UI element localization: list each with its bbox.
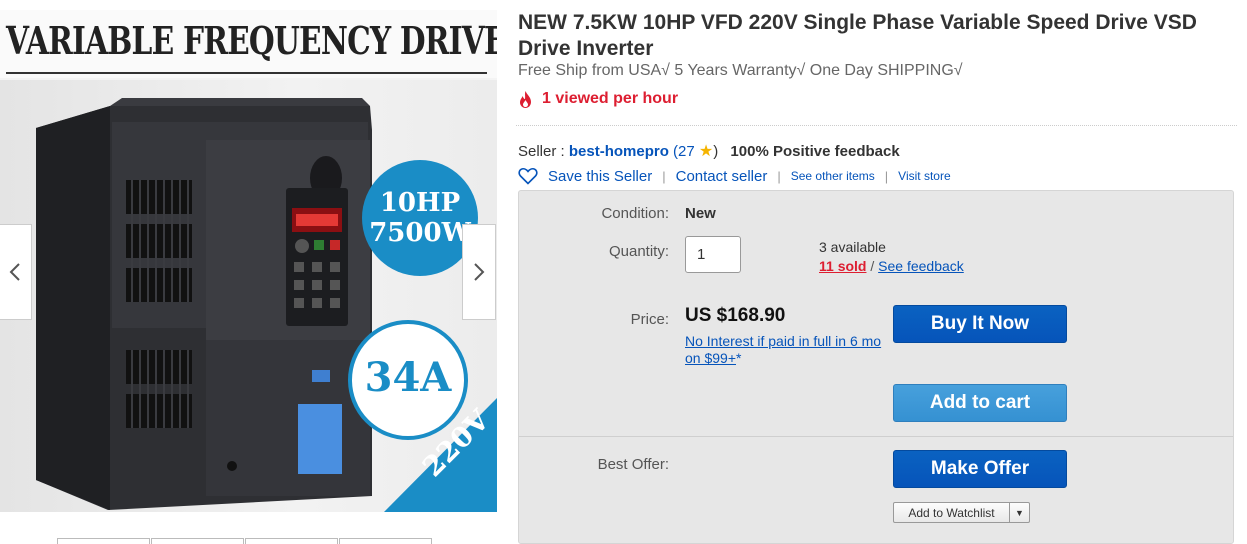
caret-down-icon[interactable]: ▼	[1009, 503, 1029, 522]
chevron-right-icon	[474, 263, 485, 281]
thumbnail-3[interactable]	[245, 538, 338, 544]
previous-image-button[interactable]	[0, 224, 32, 320]
keypad-digits	[296, 214, 338, 226]
next-image-button[interactable]	[462, 224, 496, 320]
keypad-knob	[295, 239, 309, 253]
seller-actions: Save this Seller | Contact seller | See …	[518, 167, 951, 185]
purchase-box: Condition: New Quantity: 3 available 11 …	[518, 190, 1234, 544]
no-interest-text[interactable]: No Interest if paid in full in 6 mo on $…	[685, 333, 881, 366]
chevron-left-icon	[9, 263, 20, 281]
thumbnail-1[interactable]	[57, 538, 150, 544]
quantity-label: Quantity:	[608, 243, 669, 260]
keypad-run-button	[314, 240, 324, 250]
seller-info: Seller : best-homepro (27 ★) 100% Positi…	[518, 141, 900, 161]
seller-score-close: )	[713, 143, 719, 160]
watchlist-label[interactable]: Add to Watchlist	[894, 506, 1009, 520]
screw	[227, 461, 237, 471]
add-to-cart-button[interactable]: Add to cart	[893, 384, 1067, 422]
buy-it-now-button[interactable]: Buy It Now	[893, 305, 1067, 343]
separator: |	[662, 168, 666, 184]
sold-count-link[interactable]: 11 sold	[819, 258, 866, 274]
see-feedback-link[interactable]: See feedback	[878, 258, 964, 274]
add-to-watchlist-button[interactable]: Add to Watchlist ▼	[893, 502, 1030, 523]
sold-separator: /	[870, 258, 875, 274]
star-icon: ★	[698, 143, 714, 160]
purchase-divider	[519, 436, 1233, 437]
visit-store-link[interactable]: Visit store	[898, 169, 950, 183]
power-badge-watts: 7500W	[369, 218, 471, 248]
best-offer-label: Best Offer:	[597, 456, 669, 473]
thumbnail-2[interactable]	[151, 538, 244, 544]
separator: |	[777, 168, 781, 184]
keypad-buttons	[294, 262, 340, 308]
rating-label	[298, 404, 342, 474]
seller-prefix: Seller :	[518, 143, 565, 160]
seller-name-link[interactable]: best-homepro	[569, 143, 669, 160]
no-interest-asterisk: *	[736, 350, 742, 366]
save-seller-link[interactable]: Save this Seller	[548, 168, 652, 185]
price-label: Price:	[630, 311, 669, 328]
product-image-panel[interactable]: VARIABLE FREQUENCY DRIVE 10HP 7500W 34A …	[0, 10, 497, 512]
listing-subtitle: Free Ship from USA√ 5 Years Warranty√ On…	[518, 62, 963, 79]
viewed-indicator: 1 viewed per hour	[518, 90, 678, 108]
sold-line: 11 sold / See feedback	[819, 258, 964, 274]
make-offer-button[interactable]: Make Offer	[893, 450, 1067, 488]
seller-score-open[interactable]: (27	[673, 143, 695, 160]
inverter-lower-cover	[206, 340, 370, 496]
thumbnail-4[interactable]	[339, 538, 432, 544]
product-photo	[36, 98, 497, 512]
available-count: 3 available	[819, 239, 886, 255]
power-badge-hp: 10HP	[379, 188, 461, 218]
no-interest-link[interactable]: No Interest if paid in full in 6 mo on $…	[685, 333, 885, 367]
viewed-text: 1 viewed per hour	[542, 90, 679, 107]
current-badge-text: 34A	[364, 354, 452, 401]
listing-title: NEW 7.5KW 10HP VFD 220V Single Phase Var…	[518, 11, 1197, 60]
inverter-top	[110, 98, 370, 106]
condition-value: New	[685, 205, 716, 222]
status-led	[312, 370, 330, 382]
separator: |	[884, 168, 889, 184]
flame-icon	[520, 90, 531, 108]
positive-feedback: 100% Positive feedback	[730, 143, 900, 160]
quantity-input[interactable]	[685, 236, 741, 273]
keypad-stop-button	[330, 240, 340, 250]
contact-seller-link[interactable]: Contact seller	[676, 168, 768, 185]
condition-label: Condition:	[601, 205, 669, 222]
heart-icon[interactable]	[518, 167, 538, 185]
inverter-side	[36, 106, 110, 510]
price-value: US $168.90	[685, 305, 786, 326]
see-other-items-link[interactable]: See other items	[791, 169, 875, 183]
listing-page: VARIABLE FREQUENCY DRIVE 10HP 7500W 34A …	[0, 0, 1247, 544]
power-badge-text: 10HP 7500W	[362, 188, 478, 248]
section-divider	[516, 125, 1237, 126]
